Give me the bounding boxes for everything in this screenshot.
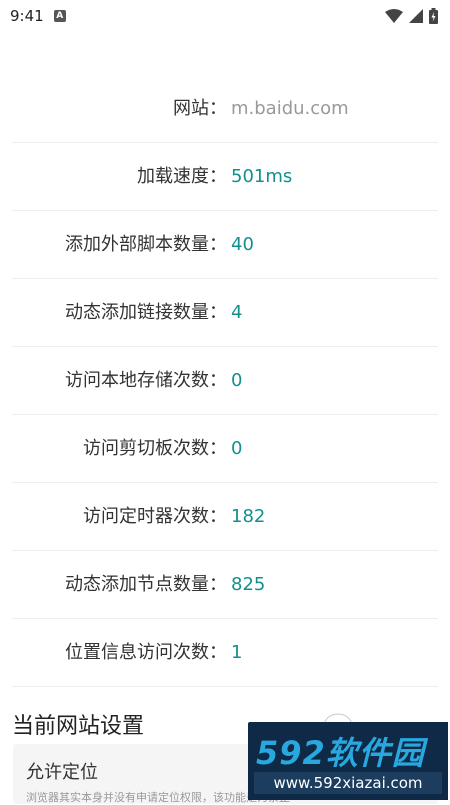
row-label: 访问本地存储次数： — [65, 370, 227, 391]
status-bar: 9:41 A — [0, 0, 450, 32]
row-label: 添加外部脚本数量： — [65, 234, 227, 255]
row-value: 40 — [231, 234, 254, 255]
row-value: 0 — [231, 438, 243, 459]
info-row-external-scripts: 添加外部脚本数量： 40 — [12, 211, 438, 279]
row-value: 4 — [231, 302, 243, 323]
info-row-location-access: 位置信息访问次数： 1 — [12, 619, 438, 687]
wifi-icon — [385, 9, 403, 23]
row-label: 访问剪切板次数： — [83, 438, 227, 459]
notification-a-icon: A — [53, 10, 66, 22]
row-value: m.baidu.com — [231, 98, 349, 119]
info-row-timers: 访问定时器次数： 182 — [12, 483, 438, 551]
row-label: 访问定时器次数： — [83, 506, 227, 527]
row-label: 位置信息访问次数： — [65, 642, 227, 663]
row-label: 动态添加节点数量： — [65, 574, 227, 595]
row-value: 501ms — [231, 166, 293, 187]
watermark-badge: 592软件园 www.592xiazai.com — [248, 722, 448, 800]
watermark-brand: 592软件园 — [256, 734, 425, 772]
row-label: 加载速度： — [137, 166, 227, 187]
row-value: 0 — [231, 370, 243, 391]
info-row-dynamic-links: 动态添加链接数量： 4 — [12, 279, 438, 347]
info-row-load-speed: 加载速度： 501ms — [12, 143, 438, 211]
status-time: 9:41 — [10, 7, 44, 25]
row-value: 825 — [231, 574, 266, 595]
info-row-local-storage: 访问本地存储次数： 0 — [12, 347, 438, 415]
row-label: 动态添加链接数量： — [65, 302, 227, 323]
battery-icon — [429, 8, 438, 24]
row-label: 网站： — [173, 98, 227, 119]
row-value: 182 — [231, 506, 266, 527]
cellular-signal-icon — [409, 9, 423, 23]
setting-title: 允许定位 — [26, 762, 98, 783]
info-row-website: 网站： m.baidu.com — [12, 75, 438, 143]
row-value: 1 — [231, 642, 243, 663]
watermark-url: www.592xiazai.com — [254, 772, 442, 794]
section-title-site-settings: 当前网站设置 — [12, 714, 145, 739]
info-row-clipboard: 访问剪切板次数： 0 — [12, 415, 438, 483]
info-row-dynamic-nodes: 动态添加节点数量： 825 — [12, 551, 438, 619]
